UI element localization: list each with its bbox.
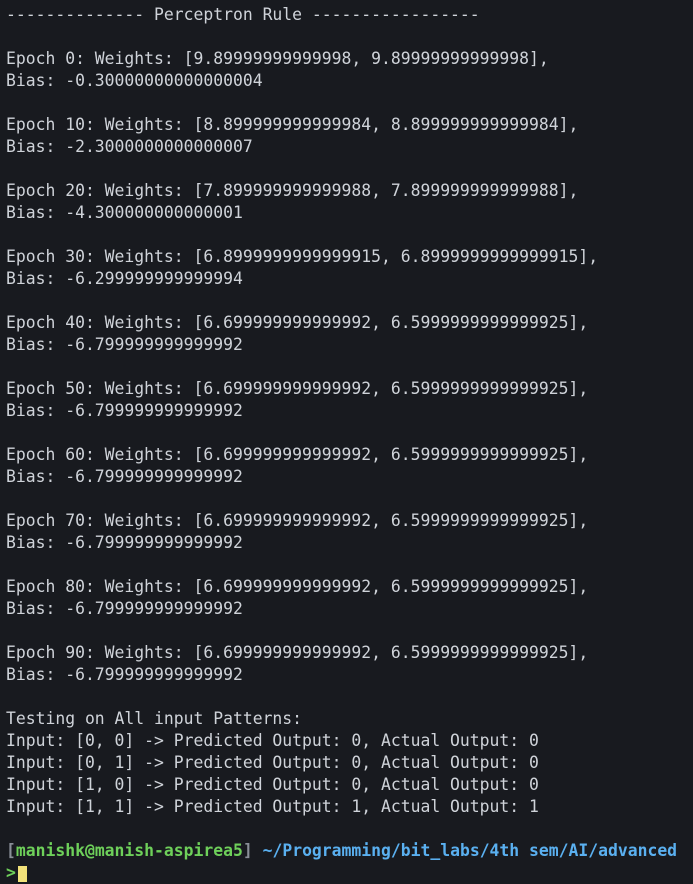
output-line: Epoch 80: Weights: [6.699999999999992, 6… — [6, 577, 589, 596]
terminal-output: -------------- Perceptron Rule ---------… — [6, 4, 693, 840]
output-line: Input: [1, 0] -> Predicted Output: 0, Ac… — [6, 775, 539, 794]
shell-prompt: [manishk@manish-aspirea5] ~/Programming/… — [6, 840, 693, 862]
output-line: Epoch 50: Weights: [6.699999999999992, 6… — [6, 379, 589, 398]
output-line: Input: [0, 1] -> Predicted Output: 0, Ac… — [6, 753, 539, 772]
prompt-caret: > — [6, 863, 16, 882]
prompt-open-bracket: [ — [6, 841, 16, 860]
output-line: Epoch 40: Weights: [6.699999999999992, 6… — [6, 313, 589, 332]
output-line: Input: [1, 1] -> Predicted Output: 1, Ac… — [6, 797, 539, 816]
output-line: Epoch 10: Weights: [8.899999999999984, 8… — [6, 115, 579, 134]
output-line: Epoch 30: Weights: [6.8999999999999915, … — [6, 247, 599, 266]
output-line: Bias: -6.799999999999992 — [6, 401, 243, 420]
output-line: Epoch 70: Weights: [6.699999999999992, 6… — [6, 511, 589, 530]
output-line: Epoch 60: Weights: [6.699999999999992, 6… — [6, 445, 589, 464]
output-line: Bias: -2.3000000000000007 — [6, 137, 253, 156]
output-line: Bias: -6.799999999999992 — [6, 467, 243, 486]
output-line: Bias: -6.799999999999992 — [6, 599, 243, 618]
terminal-window[interactable]: -------------- Perceptron Rule ---------… — [0, 0, 693, 882]
prompt-close-bracket: ] — [242, 841, 253, 860]
output-line: Epoch 0: Weights: [9.89999999999998, 9.8… — [6, 49, 549, 68]
text-cursor — [17, 865, 27, 882]
output-line: Input: [0, 0] -> Predicted Output: 0, Ac… — [6, 731, 539, 750]
prompt-path: ~/Programming/bit_labs/4th sem/AI/advanc… — [262, 841, 678, 860]
output-line: -------------- Perceptron Rule ---------… — [6, 5, 480, 24]
output-line: Bias: -6.799999999999992 — [6, 335, 243, 354]
output-line: Bias: -6.799999999999992 — [6, 533, 243, 552]
output-line: Bias: -6.299999999999994 — [6, 269, 243, 288]
output-line: Bias: -4.300000000000001 — [6, 203, 243, 222]
output-line: Testing on All input Patterns: — [6, 709, 303, 728]
prompt-user-host: manishk@manish-aspirea5 — [15, 841, 243, 860]
output-line: Bias: -0.30000000000000004 — [6, 71, 263, 90]
input-line[interactable]: > — [6, 862, 693, 884]
output-line: Epoch 20: Weights: [7.899999999999988, 7… — [6, 181, 579, 200]
output-line: Epoch 90: Weights: [6.699999999999992, 6… — [6, 643, 589, 662]
output-line: Bias: -6.799999999999992 — [6, 665, 243, 684]
